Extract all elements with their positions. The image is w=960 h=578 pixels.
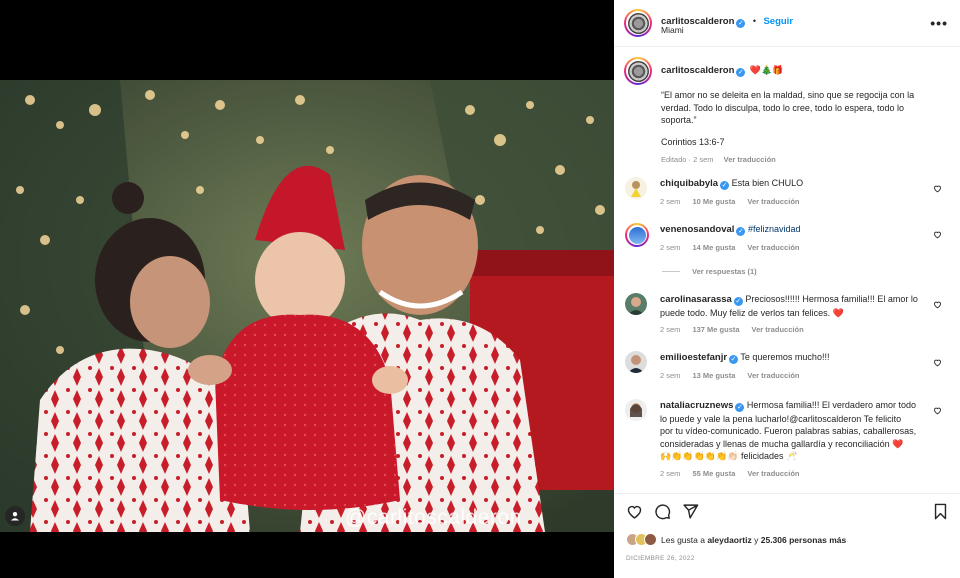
- author-avatar[interactable]: [624, 9, 652, 37]
- verified-icon: ✓: [733, 297, 743, 306]
- comment-translate-link[interactable]: Ver traducción: [747, 243, 799, 252]
- post-details-panel: carlitoscalderon ✓ • Seguir Miami ••• car…: [614, 0, 960, 578]
- verified-icon: ✓: [736, 68, 746, 77]
- comment-text-line: consideradas y llenas de mucha gallardía…: [660, 438, 904, 449]
- likes-user[interactable]: aleydaortiz: [707, 535, 751, 545]
- comment-likes[interactable]: 137 Me gusta: [692, 325, 739, 334]
- liker-avatars: [626, 533, 657, 546]
- comment-hashtag-link[interactable]: #feliznavidad: [748, 224, 801, 234]
- commenter-avatar[interactable]: [625, 223, 649, 247]
- commenter-username[interactable]: carolinasarassa: [660, 294, 732, 305]
- comment-text-line: Hermosa familia!!! El verdadero amor tod…: [746, 400, 916, 410]
- post-media: @carlitoscalderon: [0, 0, 614, 578]
- like-comment-heart-icon[interactable]: [933, 406, 942, 415]
- follow-button[interactable]: Seguir: [763, 16, 793, 27]
- post-actions: Les gusta a aleydaortiz y 25.306 persona…: [614, 493, 960, 578]
- comment-likes[interactable]: 55 Me gusta: [692, 469, 735, 478]
- comment-translate-link[interactable]: Ver traducción: [747, 371, 799, 380]
- user-icon: [11, 512, 19, 521]
- like-heart-icon[interactable]: [626, 503, 643, 520]
- more-options-icon[interactable]: •••: [930, 15, 948, 31]
- commenter-avatar[interactable]: [625, 399, 647, 421]
- post-location[interactable]: Miami: [661, 25, 684, 35]
- post-date[interactable]: DICIEMBRE 26, 2022: [626, 555, 695, 562]
- verified-icon: ✓: [729, 355, 739, 364]
- like-comment-heart-icon[interactable]: [933, 230, 942, 239]
- comment-text: Esta bien CHULO: [731, 178, 804, 188]
- tagged-users-button[interactable]: [5, 506, 25, 526]
- caption-edited-time: Editado · 2 sem: [661, 155, 714, 164]
- likes-count[interactable]: 25.306 personas más: [761, 535, 847, 545]
- likes-join: y: [754, 534, 759, 545]
- commenter-username[interactable]: nataliacruznews: [660, 400, 733, 411]
- comment-likes[interactable]: 14 Me gusta: [692, 243, 735, 252]
- verified-icon: ✓: [736, 227, 746, 236]
- caption-body: “El amor no se deleita en la maldad, sin…: [661, 90, 915, 125]
- save-bookmark-icon[interactable]: [933, 503, 948, 520]
- caption-username[interactable]: carlitoscalderon: [661, 65, 734, 76]
- comment-time: 2 sem: [660, 325, 681, 334]
- comment-likes[interactable]: 10 Me gusta: [692, 197, 735, 206]
- comment-time: 2 sem: [660, 242, 681, 252]
- commenter-username[interactable]: emilioestefanjr: [660, 352, 727, 363]
- caption-translate-link[interactable]: Ver traducción: [724, 155, 776, 164]
- photo-watermark: @carlitoscalderon: [345, 506, 522, 529]
- commenter-avatar[interactable]: [625, 351, 647, 373]
- caption-author-avatar[interactable]: [624, 57, 652, 85]
- family-christmas-photo: [0, 80, 614, 532]
- comment-text-line: por tu vídeo-comunicado. Fueron palabras…: [660, 426, 917, 436]
- post-photo[interactable]: [0, 80, 614, 532]
- caption: carlitoscalderon ✓ ❤️🎄🎁 “El amor no se de…: [661, 60, 951, 164]
- like-comment-heart-icon[interactable]: [933, 300, 942, 309]
- comment-translate-link[interactable]: Ver traducción: [747, 197, 799, 206]
- comment-text-line: 🙌👏👏👏👏👏👏🏻 felicidades 🥂: [660, 451, 798, 461]
- likes-summary[interactable]: Les gusta a aleydaortiz y 25.306 persona…: [626, 533, 846, 546]
- comment-translate-link[interactable]: Ver traducción: [752, 325, 804, 334]
- caption-reference: Corintios 13:6-7: [661, 136, 725, 147]
- comment-translate-link[interactable]: Ver traducción: [747, 469, 799, 478]
- caption-emojis: ❤️🎄🎁: [749, 65, 784, 75]
- verified-icon: ✓: [736, 19, 746, 28]
- share-send-icon[interactable]: [682, 503, 699, 520]
- likes-prefix: Les gusta a: [661, 534, 705, 545]
- commenter-avatar[interactable]: [625, 177, 647, 199]
- comment-text-line: lo puede y vale la pena lucharlo!@carlit…: [660, 413, 902, 424]
- like-comment-heart-icon[interactable]: [933, 358, 942, 367]
- verified-icon: ✓: [735, 403, 745, 412]
- comment-time: 2 sem: [660, 370, 681, 380]
- verified-icon: ✓: [720, 181, 730, 190]
- commenter-username[interactable]: venenosandoval: [660, 224, 734, 235]
- commenter-username[interactable]: chiquibabyla: [660, 178, 718, 189]
- replies-divider: [662, 271, 680, 272]
- commenter-avatar[interactable]: [625, 293, 647, 315]
- comment-bubble-icon[interactable]: [654, 503, 671, 520]
- post-header: carlitoscalderon ✓ • Seguir Miami •••: [614, 0, 960, 47]
- comment-time: 2 sem: [660, 468, 681, 478]
- view-replies-button[interactable]: Ver respuestas (1): [662, 267, 757, 276]
- comment-likes[interactable]: 13 Me gusta: [692, 371, 735, 380]
- comment-text-line: puede todo. Muy feliz de verlos tan feli…: [660, 307, 844, 318]
- like-comment-heart-icon[interactable]: [933, 184, 942, 193]
- comment-text-line: Preciosos!!!!!! Hermosa familia!!! El am…: [745, 294, 918, 304]
- comment-text: Te queremos mucho!!!: [740, 352, 830, 362]
- comment-time: 2 sem: [660, 196, 681, 206]
